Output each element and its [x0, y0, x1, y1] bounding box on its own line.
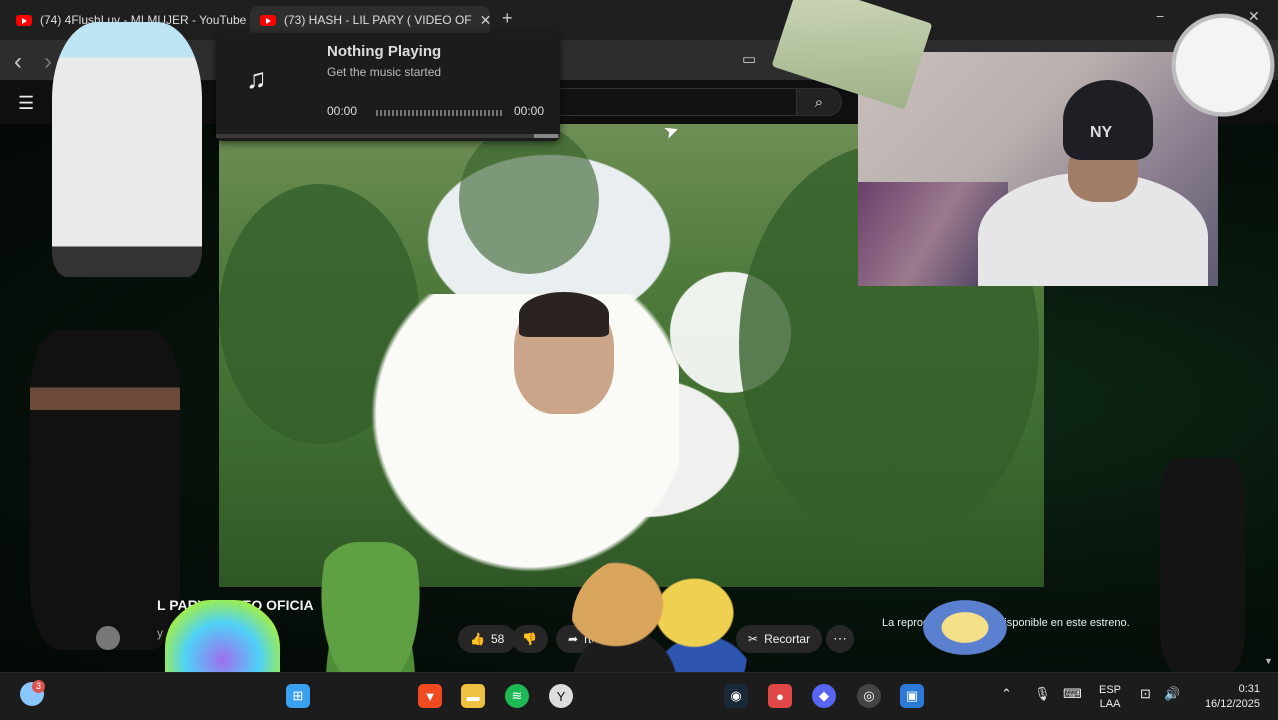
clock-date: 16/12/2025 — [1204, 698, 1260, 710]
webcam-beanie — [1063, 80, 1153, 160]
media-widget[interactable]: ♫ Nothing Playing Get the music started … — [216, 33, 560, 141]
channel-name[interactable]: y — [157, 626, 163, 640]
snoop-dogg-jersey-sticker — [1160, 458, 1245, 673]
youtube-icon — [260, 14, 276, 26]
volume-icon[interactable]: 🔊 — [1164, 686, 1180, 702]
chevron-up-icon[interactable]: ⌃ — [1001, 686, 1012, 702]
weather-badge: 3 — [32, 680, 45, 693]
foliage — [459, 124, 599, 274]
windows-taskbar — [0, 672, 1278, 720]
clock-time: 0:31 — [1238, 683, 1260, 695]
clip-button[interactable]: ✂ Recortar — [736, 625, 823, 653]
like-button[interactable]: 👍 58 — [458, 625, 517, 653]
media-subtitle: Get the music started — [327, 65, 442, 79]
media-time-current: 00:00 — [327, 104, 358, 118]
media-title: Nothing Playing — [327, 43, 442, 60]
browser-tab-active[interactable]: (73) HASH - LIL PARY ( VIDEO OF ✕ — [250, 6, 490, 34]
app-icon[interactable]: Y — [549, 684, 573, 708]
youtube-icon — [16, 14, 32, 26]
thumbs-up-icon: 👍 — [470, 632, 485, 646]
cast-icon[interactable]: ▭ — [742, 50, 756, 68]
chrome-icon[interactable]: ◎ — [857, 684, 881, 708]
dislike-button[interactable]: 👎 — [512, 625, 548, 653]
screen-recorder-icon[interactable]: ● — [768, 684, 792, 708]
spotify-icon[interactable]: ≋ — [505, 684, 529, 708]
discord-icon[interactable]: ◆ — [812, 684, 836, 708]
search-button[interactable]: ⌕ — [796, 88, 842, 116]
rick-sticker — [52, 22, 202, 277]
keyboard-icon[interactable]: ⌨ — [1063, 686, 1082, 702]
scroll-down-icon[interactable]: ▼ — [1264, 656, 1273, 666]
performer-hair — [519, 292, 609, 337]
new-tab-button[interactable]: + — [502, 8, 513, 29]
microphone-icon[interactable]: 🎙 — [1034, 686, 1051, 702]
troll-face-sticker — [1168, 12, 1278, 130]
file-explorer-icon[interactable]: ▬ — [461, 684, 485, 708]
webcam-overlay: NY — [858, 52, 1218, 286]
forward-button[interactable]: › — [44, 48, 52, 76]
menu-icon[interactable]: ☰ — [18, 93, 34, 114]
media-time-total: 00:00 — [514, 104, 545, 118]
media-seek-bar[interactable] — [376, 110, 502, 116]
search-icon: ⌕ — [814, 93, 824, 111]
homer-simpson-sticker — [900, 585, 1030, 670]
thumbs-down-icon: 👎 — [522, 632, 537, 646]
language-code: ESP — [1099, 684, 1122, 696]
brave-icon[interactable]: ▼ — [418, 684, 442, 708]
clip-label: Recortar — [764, 632, 811, 646]
system-clock[interactable]: 0:31 16/12/2025 — [1196, 682, 1260, 712]
like-count: 58 — [490, 632, 505, 646]
ny-logo-icon: NY — [1090, 124, 1113, 141]
layout-code: LAA — [1099, 698, 1121, 710]
media-progress-fill — [534, 134, 558, 138]
minimize-button[interactable]: − — [1156, 8, 1164, 24]
music-note-icon: ♫ — [246, 63, 267, 94]
back-button[interactable]: ‹ — [14, 48, 22, 76]
steam-icon[interactable]: ◉ — [724, 684, 748, 708]
media-progress-track — [216, 134, 560, 138]
language-indicator[interactable]: ESP LAA — [1099, 683, 1121, 711]
more-actions-button[interactable]: ⋯ — [826, 625, 854, 653]
network-icon[interactable]: ⊡ — [1140, 686, 1151, 702]
remote-desktop-icon[interactable]: ▣ — [900, 684, 924, 708]
tab-title: (73) HASH - LIL PARY ( VIDEO OF — [284, 13, 472, 27]
channel-avatar[interactable] — [96, 626, 120, 650]
search-input[interactable] — [540, 88, 796, 116]
scissors-icon: ✂ — [748, 632, 759, 646]
start-icon[interactable]: ⊞ — [286, 684, 310, 708]
close-tab-icon[interactable]: ✕ — [480, 12, 490, 29]
